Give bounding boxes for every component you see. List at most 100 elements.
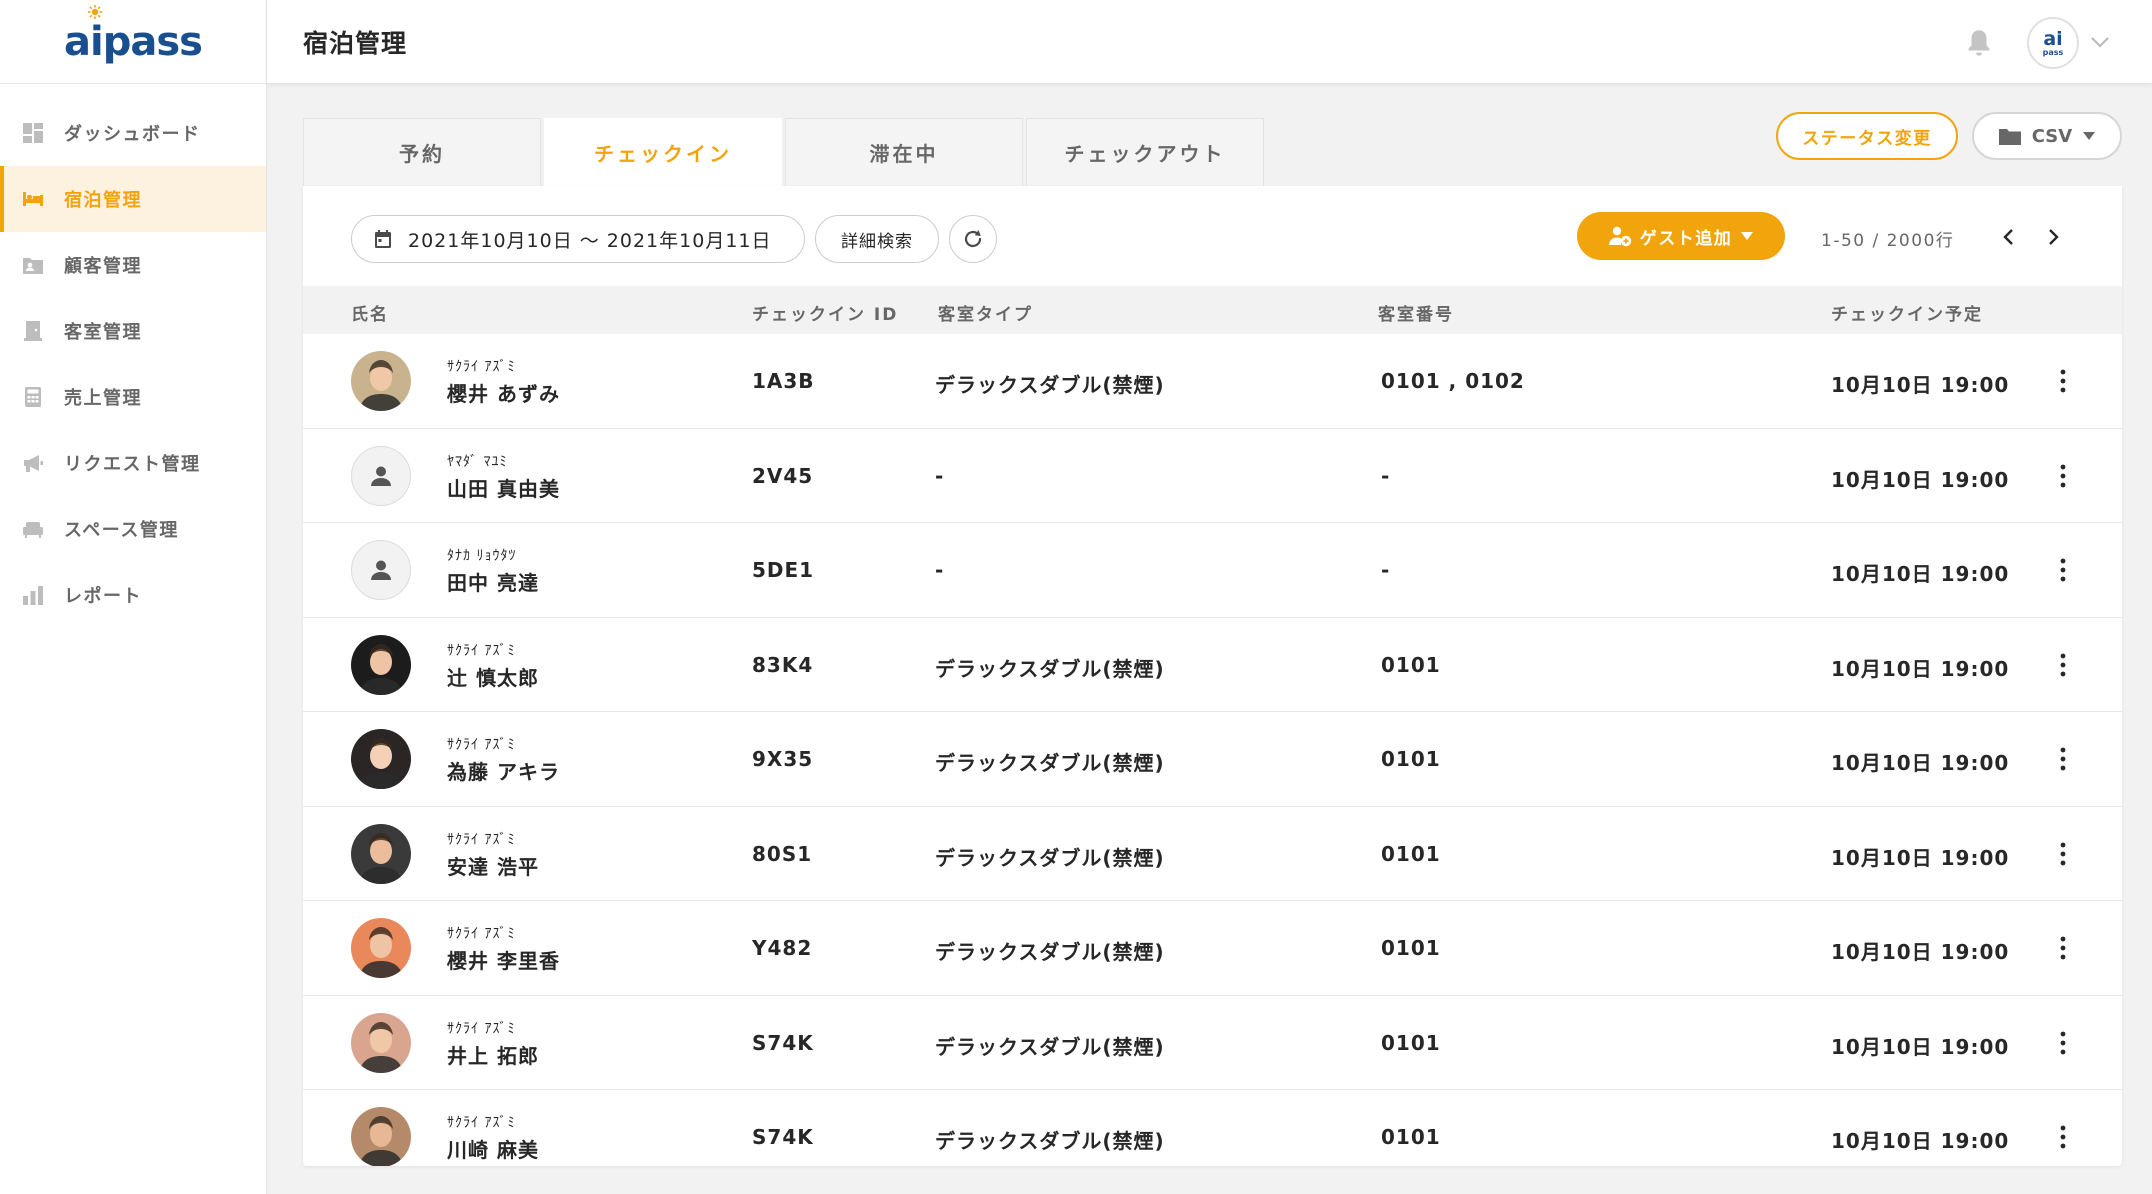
calendar-icon: [375, 230, 391, 248]
guest-name-kana: ｻｸﾗｲ ｱｽﾞﾐ: [447, 737, 516, 753]
sidebar-item-label: スペース管理: [64, 520, 179, 541]
checkin-time: 10月10日 19:00: [1831, 562, 2010, 586]
aipass-logo[interactable]: aipass: [64, 4, 203, 65]
guest-name-kana: ｻｸﾗｲ ｱｽﾞﾐ: [447, 831, 516, 848]
caret-down-icon: [1741, 232, 1754, 240]
app-root: aipass ダッシュボード 宿泊管理 顧客管理 客室管理 売上管理 リクエスト管理 スペー…: [0, 0, 2152, 1194]
more-vertical-icon[interactable]: [2053, 1122, 2073, 1152]
table-row[interactable]: ｻｸﾗｲ ｱｽﾞﾐ 辻 慎太郎 83K4 デラックスダブル(禁煙) 0101 10月10日…: [303, 618, 2122, 712]
sidebar-item-sales-management[interactable]: 売上管理: [0, 364, 266, 430]
account-avatar[interactable]: ai pass: [2027, 17, 2079, 69]
checkin-time: 10月10日 19:00: [1831, 751, 2010, 775]
chevron-down-icon[interactable]: [2089, 34, 2111, 50]
guest-name-kana: ｻｸﾗｲ ｱｽﾞﾐ: [447, 642, 516, 659]
sidebar-item-space-management[interactable]: スペース管理: [0, 496, 266, 562]
next-page-button[interactable]: [2041, 224, 2067, 250]
logo-text: aipass: [64, 18, 203, 65]
guest-name: 為藤 アキラ: [447, 760, 560, 784]
dashboard-icon: [22, 122, 44, 144]
more-vertical-icon[interactable]: [2053, 1028, 2073, 1058]
status-change-button[interactable]: ステータス変更: [1776, 112, 1958, 160]
checkin-time: 10月10日 19:00: [1831, 845, 2010, 870]
tab-reservation[interactable]: 予約: [303, 118, 541, 186]
guest-name: 山田 真由美: [447, 476, 560, 501]
table-row[interactable]: ｻｸﾗｲ ｱｽﾞﾐ 井上 拓郎 S74K デラックスダブル(禁煙) 0101 10月10日…: [303, 996, 2122, 1090]
previous-page-button[interactable]: [1995, 224, 2021, 250]
avatar-text-pass: pass: [2042, 47, 2064, 57]
chevron-right-icon: [2049, 229, 2059, 245]
date-range-picker[interactable]: 2021年10月10日 ～ 2021年10月11日: [351, 215, 805, 263]
refresh-button[interactable]: [949, 215, 997, 263]
sidebar: aipass ダッシュボード 宿泊管理 顧客管理 客室管理 売上管理リクエスト管理 スペー…: [0, 0, 267, 1194]
table-row[interactable]: ｻｸﾗｲ ｱｽﾞﾐ 櫻井 あずみ 1A3B デラックスダブル(禁煙) 0101 , 01…: [303, 334, 2122, 429]
room-type: デラックスダブル(禁煙): [935, 1129, 1165, 1153]
table-row[interactable]: ｻｸﾗｲ ｱｽﾞﾐ 櫻井 李里香 Y482 デラックスダブル(禁煙) 0101 10月10…: [303, 901, 2122, 996]
guest-avatar: [351, 351, 411, 411]
sidebar-item-room-management[interactable]: 客室管理: [0, 298, 266, 364]
checkin-time: 10月10日 19:00: [1831, 1129, 2010, 1153]
checkin-id: S74K: [752, 1030, 814, 1055]
bell-icon[interactable]: [1965, 28, 1993, 58]
room-number: -: [1381, 463, 1391, 488]
sidebar-item-dashboard[interactable]: ダッシュボード: [0, 100, 266, 166]
guest-name-kana: ｻｸﾗｲ ｱｽﾞﾐ: [447, 1115, 516, 1131]
room-type: デラックスダブル(禁煙): [935, 656, 1165, 681]
tab-checkout[interactable]: チェックアウト: [1026, 118, 1264, 186]
calculator-icon: [22, 386, 44, 408]
status-tabs: 予約 チェックイン 滞在中 チェックアウト: [303, 118, 1264, 186]
more-vertical-icon[interactable]: [2053, 461, 2073, 491]
sidebar-item-label: リクエスト管理: [64, 454, 201, 475]
more-vertical-icon[interactable]: [2053, 933, 2073, 963]
room-type: デラックスダブル(禁煙): [935, 845, 1165, 870]
caret-down-icon: [2083, 132, 2096, 140]
avatar-text-ai: ai: [2043, 27, 2063, 50]
csv-button[interactable]: CSV: [1972, 112, 2122, 160]
room-type: デラックスダブル(禁煙): [935, 940, 1165, 964]
column-header-room-type[interactable]: 客室タイプ: [938, 300, 1033, 325]
checkin-id: 2V45: [752, 463, 814, 488]
table-row[interactable]: ｻｸﾗｲ ｱｽﾞﾐ 安達 浩平 80S1 デラックスダブル(禁煙) 0101 10月10日…: [303, 807, 2122, 901]
sidebar-item-customer-management[interactable]: 顧客管理: [0, 232, 266, 298]
room-number: 0101 , 0102: [1381, 369, 1525, 393]
bed-icon: [22, 188, 44, 210]
sofa-icon: [22, 518, 44, 540]
checkin-time: 10月10日 19:00: [1831, 467, 2010, 492]
table-row[interactable]: ｻｸﾗｲ ｱｽﾞﾐ 為藤 アキラ 9X35 デラックスダブル(禁煙) 0101 10月10…: [303, 712, 2122, 807]
sidebar-item-request-management[interactable]: リクエスト管理: [0, 430, 266, 496]
room-type: -: [935, 463, 945, 488]
sidebar-item-stay-management[interactable]: 宿泊管理: [0, 166, 266, 232]
reservation-panel: 2021年10月10日 ～ 2021年10月11日 詳細検索 ゲスト追加 1-5…: [303, 186, 2122, 1166]
room-number: 0101: [1381, 747, 1441, 771]
page-title: 宿泊管理: [303, 29, 408, 58]
pagination-count: 1-50 / 2000行: [1821, 231, 1955, 251]
tab-staying[interactable]: 滞在中: [785, 118, 1023, 186]
column-header-checkin-id[interactable]: チェックイン ID: [752, 300, 898, 325]
room-number: 0101: [1381, 1030, 1441, 1055]
more-vertical-icon[interactable]: [2053, 839, 2073, 869]
checkin-id: 1A3B: [752, 369, 815, 393]
column-header-checkin-time[interactable]: チェックイン予定: [1831, 300, 1983, 325]
table-row[interactable]: ｻｸﾗｲ ｱｽﾞﾐ 川崎 麻美 S74K デラックスダブル(禁煙) 0101 10月10日…: [303, 1090, 2122, 1166]
detail-search-button[interactable]: 詳細検索: [815, 215, 939, 263]
tab-checkin[interactable]: チェックイン: [544, 118, 782, 186]
more-vertical-icon[interactable]: [2053, 650, 2073, 680]
guest-name: 川崎 麻美: [447, 1138, 539, 1162]
column-header-room-number[interactable]: 客室番号: [1378, 300, 1454, 325]
more-vertical-icon[interactable]: [2053, 744, 2073, 774]
guest-avatar: [351, 823, 411, 884]
more-vertical-icon[interactable]: [2053, 366, 2073, 396]
person-icon: [351, 540, 411, 600]
table-row[interactable]: ﾀﾅｶ ﾘｮｳﾀﾂ 田中 亮達 5DE1 - - 10月10日 19:00: [303, 523, 2122, 618]
add-guest-button[interactable]: ゲスト追加: [1577, 212, 1785, 260]
table-row[interactable]: ﾔﾏﾀﾞ ﾏﾕﾐ 山田 真由美 2V45 - - 10月10日 19:00: [303, 429, 2122, 523]
more-vertical-icon[interactable]: [2053, 555, 2073, 585]
csv-label: CSV: [2031, 125, 2073, 147]
checkin-id: 80S1: [752, 841, 813, 866]
column-header-name[interactable]: 氏名: [351, 300, 389, 325]
guest-avatar: [351, 1107, 411, 1166]
checkin-id: Y482: [752, 936, 813, 960]
guest-name: 井上 拓郎: [447, 1043, 539, 1068]
room-number: -: [1381, 558, 1391, 582]
room-icon: [22, 320, 44, 342]
sidebar-item-report[interactable]: レポート: [0, 562, 266, 628]
